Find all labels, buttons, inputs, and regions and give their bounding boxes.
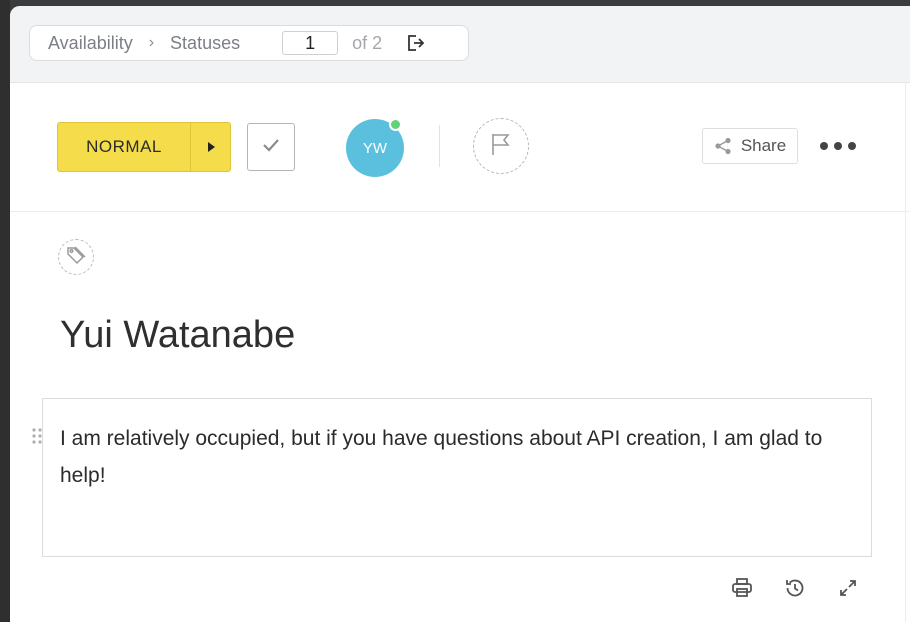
page-number-input[interactable]: 1: [282, 31, 339, 55]
share-icon: [714, 137, 732, 155]
share-button[interactable]: Share: [702, 128, 798, 164]
caret-right-icon[interactable]: [190, 123, 230, 171]
toolbar-divider: [439, 125, 440, 167]
footer-actions: [730, 576, 860, 600]
online-status-indicator: [389, 118, 402, 131]
flag-icon: [490, 132, 512, 161]
history-icon[interactable]: [783, 576, 807, 600]
print-icon[interactable]: [730, 576, 754, 600]
tag-icon: [66, 245, 86, 270]
export-icon[interactable]: [404, 32, 426, 54]
breadcrumb-item-availability[interactable]: Availability: [48, 33, 133, 54]
complete-check-button[interactable]: [247, 123, 295, 171]
modal-header: Availability › Statuses 1 of 2: [10, 6, 910, 83]
status-label: NORMAL: [86, 137, 162, 156]
background-overlay-left: [0, 0, 10, 622]
task-modal: Availability › Statuses 1 of 2 NORMAL YW…: [10, 6, 910, 622]
more-dots-icon[interactable]: [820, 134, 856, 158]
panel-edge: [905, 83, 906, 622]
breadcrumb-item-statuses[interactable]: Statuses: [170, 33, 240, 54]
add-tag-button[interactable]: [58, 239, 94, 275]
priority-flag-button[interactable]: [473, 118, 529, 174]
task-title[interactable]: Yui Watanabe: [60, 314, 295, 357]
description-editor[interactable]: I am relatively occupied, but if you hav…: [42, 398, 872, 557]
breadcrumb: Availability › Statuses 1 of 2: [29, 25, 469, 61]
task-toolbar: NORMAL YW Share: [10, 83, 910, 212]
expand-icon[interactable]: [836, 576, 860, 600]
page-total-label: of 2: [352, 32, 383, 53]
share-label: Share: [740, 136, 787, 155]
breadcrumb-separator: ›: [148, 34, 155, 51]
check-icon: [262, 138, 280, 157]
status-button[interactable]: NORMAL: [57, 122, 231, 172]
